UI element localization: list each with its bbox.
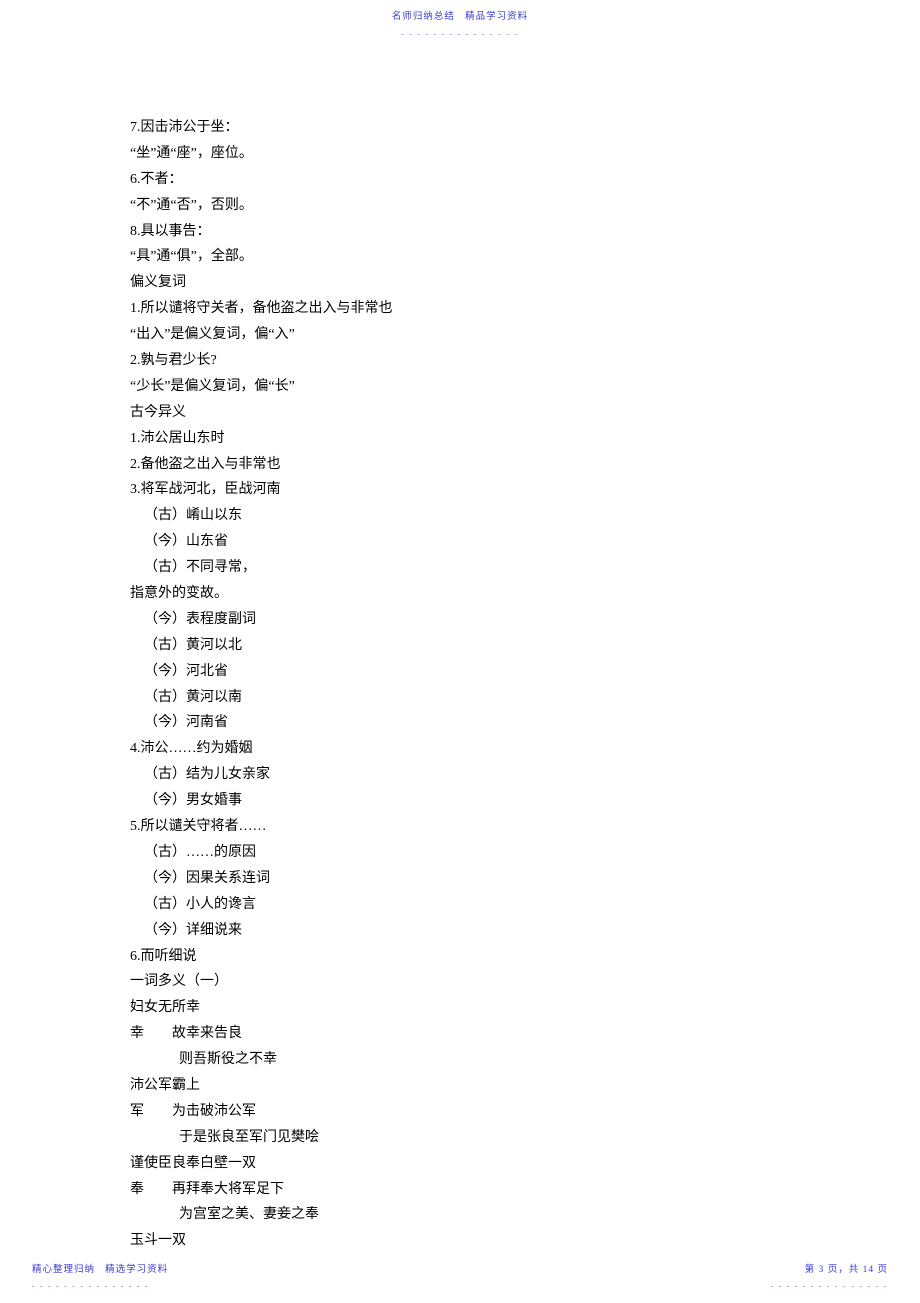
text-fragment: 为击破沛公军 [172, 1104, 256, 1119]
text-line: 7.因击沛公于坐： [130, 115, 810, 141]
footer-dashes-left: - - - - - - - - - - - - - - - [32, 1280, 168, 1293]
text-line: 则吾斯役之不幸 [130, 1047, 810, 1073]
text-line: 5.所以谴关守将者…… [130, 814, 810, 840]
text-line: （今）山东省 [130, 529, 810, 555]
text-line: （古）小人的谗言 [130, 892, 810, 918]
text-line: “具”通“俱”，全部。 [130, 244, 810, 270]
text-line: （古）黄河以北 [130, 633, 810, 659]
footer-page-number: 第 3 页，共 14 页 [805, 1265, 888, 1275]
text-line: （古）黄河以南 [130, 685, 810, 711]
text-line: 偏义复词 [130, 270, 810, 296]
text-line: 1.所以谴将守关者，备他盗之出入与非常也 [130, 296, 810, 322]
text-line: （今）河北省 [130, 659, 810, 685]
document-content: 7.因击沛公于坐：“坐”通“座”，座位。6.不者：“不”通“否”，否则。8.具以… [130, 115, 810, 1254]
footer-text-a: 精心整理归纳 [32, 1265, 95, 1275]
footer-right: 第 3 页，共 14 页 - - - - - - - - - - - - - -… [771, 1262, 888, 1294]
text-line: “坐”通“座”，座位。 [130, 141, 810, 167]
text-line: 于是张良至军门见樊哙 [130, 1125, 810, 1151]
text-line: 妇女无所幸 [130, 995, 810, 1021]
footer-dashes-right: - - - - - - - - - - - - - - - [771, 1280, 888, 1293]
header-text-right: 精品学习资料 [465, 12, 528, 22]
text-line: （古）结为儿女亲家 [130, 762, 810, 788]
text-fragment: 幸 [130, 1026, 144, 1041]
text-fragment: 军 [130, 1104, 144, 1119]
text-line: （今）男女婚事 [130, 788, 810, 814]
text-line: 幸 故幸来告良 [130, 1021, 810, 1047]
text-line: 奉 再拜奉大将军足下 [130, 1177, 810, 1203]
text-fragment: 故幸来告良 [172, 1026, 242, 1041]
text-line: （今）因果关系连词 [130, 866, 810, 892]
text-line: 一词多义（一） [130, 969, 810, 995]
header-dashes: - - - - - - - - - - - - - - - [0, 28, 920, 41]
text-line: 古今异义 [130, 400, 810, 426]
footer-text-b: 精选学习资料 [105, 1265, 168, 1275]
header-text-left: 名师归纳总结 [392, 12, 455, 22]
text-line: “少长”是偏义复词，偏“长” [130, 374, 810, 400]
text-line: 1.沛公居山东时 [130, 426, 810, 452]
text-line: 8.具以事告： [130, 219, 810, 245]
text-line: “不”通“否”，否则。 [130, 193, 810, 219]
text-line: （古）不同寻常， [130, 555, 810, 581]
text-line: 6.而听细说 [130, 944, 810, 970]
text-line: 为宫室之美、妻妾之奉 [130, 1202, 810, 1228]
text-line: 谨使臣良奉白壁一双 [130, 1151, 810, 1177]
text-line: （今）河南省 [130, 710, 810, 736]
text-fragment: 再拜奉大将军足下 [172, 1182, 284, 1197]
text-line: 3.将军战河北，臣战河南 [130, 477, 810, 503]
text-line: （今）表程度副词 [130, 607, 810, 633]
text-line: 6.不者： [130, 167, 810, 193]
text-line: “出入”是偏义复词，偏“入” [130, 322, 810, 348]
text-line: （古）崤山以东 [130, 503, 810, 529]
text-line: 沛公军霸上 [130, 1073, 810, 1099]
text-line: 2.备他盗之出入与非常也 [130, 452, 810, 478]
text-line: 军 为击破沛公军 [130, 1099, 810, 1125]
text-line: （古）……的原因 [130, 840, 810, 866]
text-fragment: 奉 [130, 1182, 144, 1197]
page-header: 名师归纳总结 精品学习资料 - - - - - - - - - - - - - … [0, 9, 920, 41]
text-line: 玉斗一双 [130, 1228, 810, 1254]
text-line: （今）详细说来 [130, 918, 810, 944]
footer-left: 精心整理归纳 精选学习资料 - - - - - - - - - - - - - … [32, 1262, 168, 1294]
text-line: 4.沛公……约为婚姻 [130, 736, 810, 762]
text-line: 2.孰与君少长? [130, 348, 810, 374]
text-line: 指意外的变故。 [130, 581, 810, 607]
